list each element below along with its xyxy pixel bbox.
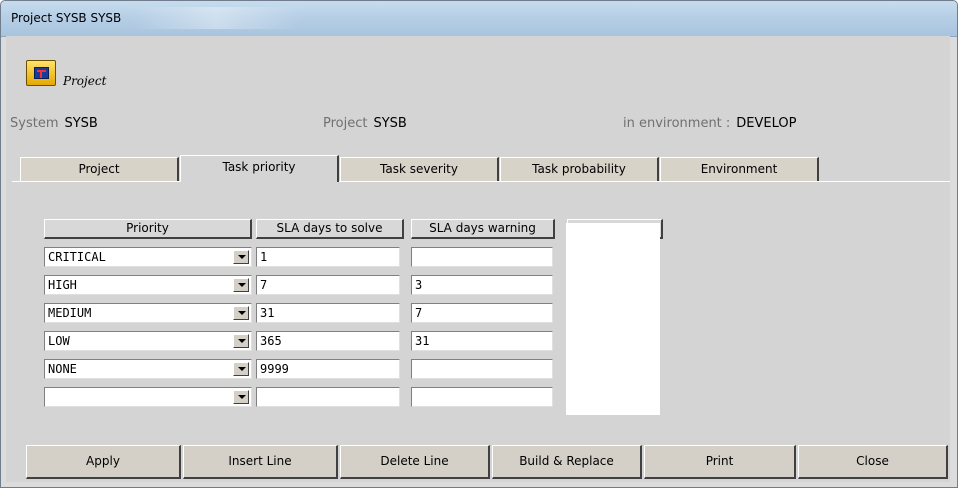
- sla-solve-input[interactable]: 9999: [256, 359, 400, 379]
- system-label: System: [10, 116, 59, 131]
- priority-value: MEDIUM: [48, 306, 92, 320]
- tab-label: Task priority: [222, 160, 296, 174]
- tab-label: Task probability: [532, 162, 626, 176]
- tab-project[interactable]: Project: [20, 157, 179, 181]
- dropdown-arrow-icon[interactable]: [233, 362, 249, 376]
- priority-value: LOW: [48, 334, 70, 348]
- environment-value: DEVELOP: [736, 116, 797, 131]
- sla-warning-input[interactable]: [411, 387, 553, 407]
- close-button[interactable]: Close: [798, 445, 948, 479]
- priority-select[interactable]: NONE: [44, 359, 252, 379]
- window-title: Project SYSB SYSB: [11, 11, 122, 25]
- print-button[interactable]: Print: [644, 445, 796, 479]
- project-label: Project: [323, 116, 368, 131]
- project-info: Project SYSB: [323, 116, 407, 131]
- tab-label: Environment: [700, 162, 778, 176]
- priority-value: CRITICAL: [48, 250, 106, 264]
- priority-select[interactable]: MEDIUM: [44, 303, 252, 323]
- project-value: SYSB: [373, 116, 407, 131]
- build-replace-button[interactable]: Build & Replace: [492, 445, 642, 479]
- priority-select[interactable]: CRITICAL: [44, 247, 252, 267]
- column-header-priority[interactable]: Priority: [44, 219, 252, 239]
- tab-label: Task severity: [380, 162, 458, 176]
- tab-task-probability[interactable]: Task probability: [500, 157, 659, 181]
- environment-label: in environment :: [623, 116, 731, 131]
- priority-value: NONE: [48, 362, 77, 376]
- button-bar: Apply Insert Line Delete Line Build & Re…: [12, 443, 950, 483]
- dropdown-arrow-icon[interactable]: [233, 334, 249, 348]
- insert-line-button[interactable]: Insert Line: [183, 445, 338, 479]
- project-caption: Project: [63, 74, 107, 88]
- sla-warning-input[interactable]: [411, 247, 553, 267]
- column-header-sla-days-to-solve[interactable]: SLA days to solve: [256, 219, 404, 239]
- sla-warning-input[interactable]: [411, 359, 553, 379]
- title-bar-glare: [131, 7, 301, 29]
- dialog-client-area: Project System SYSB Project SYSB in enviro…: [6, 36, 950, 482]
- dropdown-arrow-icon[interactable]: [233, 278, 249, 292]
- dropdown-arrow-icon[interactable]: [233, 306, 249, 320]
- priority-select[interactable]: HIGH: [44, 275, 252, 295]
- blank-column-area: [566, 223, 660, 415]
- sla-solve-input[interactable]: 31: [256, 303, 400, 323]
- system-value: SYSB: [64, 116, 98, 131]
- delete-line-button[interactable]: Delete Line: [340, 445, 490, 479]
- priority-value: HIGH: [48, 278, 77, 292]
- priority-select[interactable]: [44, 387, 252, 407]
- tab-task-severity[interactable]: Task severity: [340, 157, 499, 181]
- priority-select[interactable]: LOW: [44, 331, 252, 351]
- project-icon: [26, 60, 56, 86]
- tab-task-priority[interactable]: Task priority: [180, 155, 339, 182]
- apply-button[interactable]: Apply: [26, 445, 181, 479]
- sla-warning-input[interactable]: 31: [411, 331, 553, 351]
- tab-environment[interactable]: Environment: [660, 157, 819, 181]
- sla-solve-input[interactable]: 7: [256, 275, 400, 295]
- title-bar[interactable]: Project SYSB SYSB: [1, 1, 957, 37]
- environment-info: in environment : DEVELOP: [623, 116, 796, 131]
- sla-solve-input[interactable]: 1: [256, 247, 400, 267]
- dropdown-arrow-icon[interactable]: [233, 250, 249, 264]
- sla-solve-input[interactable]: [256, 387, 400, 407]
- column-header-sla-days-warning[interactable]: SLA days warning: [411, 219, 555, 239]
- dropdown-arrow-icon[interactable]: [233, 390, 249, 404]
- system-info: System SYSB: [10, 116, 98, 131]
- sla-solve-input[interactable]: 365: [256, 331, 400, 351]
- sla-warning-input[interactable]: 7: [411, 303, 553, 323]
- sla-warning-input[interactable]: 3: [411, 275, 553, 295]
- tab-label: Project: [78, 162, 120, 176]
